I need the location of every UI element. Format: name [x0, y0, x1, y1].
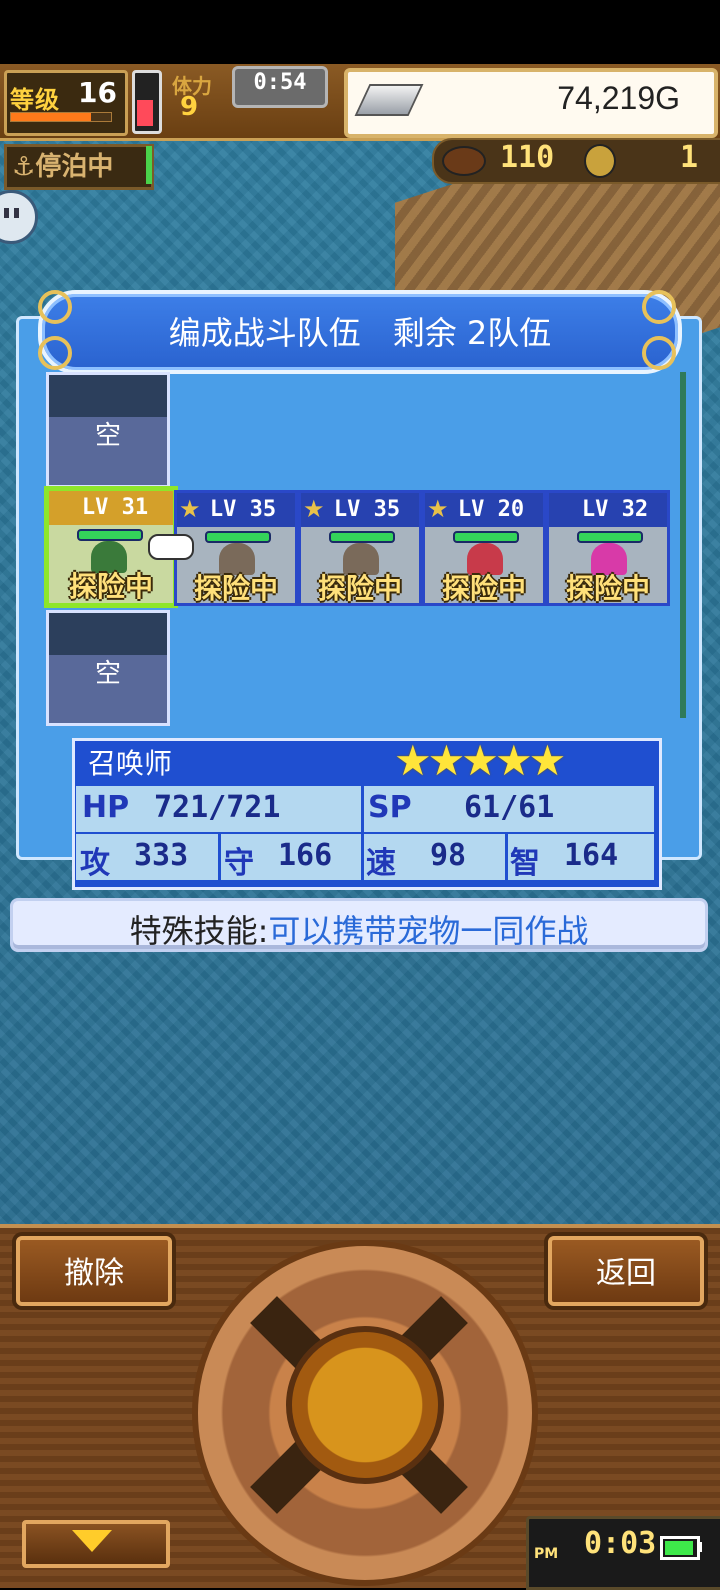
character-level: LV 20	[457, 497, 525, 522]
character-level: LV 31	[81, 495, 149, 520]
stamina-timer: 0:54	[253, 70, 307, 95]
spd-value: 98	[430, 838, 467, 873]
sp-value: 61/61	[464, 790, 555, 825]
stat-divider	[361, 786, 364, 832]
character-level: LV 35	[333, 497, 401, 522]
dock-status-indicator	[146, 146, 152, 184]
back-button-label: 返回	[596, 1256, 656, 1291]
character-status: 探险中	[193, 572, 278, 605]
level-value: 16	[78, 76, 117, 109]
empty-slot-label: 空	[94, 659, 121, 689]
confirm-hub-button[interactable]	[286, 1326, 444, 1484]
clock-period: PM	[534, 1546, 559, 1562]
battery-fill	[665, 1541, 693, 1555]
atk-value: 333	[134, 838, 189, 873]
food-icon	[442, 146, 486, 176]
team-panel-title: 编成战斗队伍 剩余 2队伍	[168, 314, 552, 352]
level-progress-fill	[11, 113, 91, 121]
empty-slot-label: 空	[94, 421, 121, 451]
empty-slot-bottom[interactable]: 空	[46, 610, 170, 726]
character-level: LV 32	[581, 497, 649, 522]
spd-label: 速	[366, 846, 396, 881]
skill-value: 可以携带宠物一同作战	[268, 912, 589, 950]
character-job: 召唤师	[88, 747, 173, 780]
skill-label: 特殊技能:	[129, 912, 269, 950]
empty-slot-top[interactable]: 空	[46, 372, 170, 488]
def-value: 166	[278, 838, 333, 873]
bubble-eye-left	[4, 208, 9, 218]
clock-time: 0:03	[584, 1526, 657, 1561]
atk-label: 攻	[80, 846, 110, 881]
character-status: 探险中	[317, 572, 402, 605]
character-hp-bar	[577, 531, 643, 543]
down-arrow-icon	[72, 1530, 112, 1552]
character-card[interactable]: ★ LV 20 探险中	[422, 490, 546, 606]
remove-button-label: 撤除	[64, 1256, 124, 1291]
character-level: LV 35	[209, 497, 277, 522]
def-label: 守	[224, 846, 254, 881]
int-value: 164	[564, 838, 619, 873]
level-label: 等级	[10, 86, 60, 114]
hp-label: HP	[82, 790, 130, 825]
stat-divider	[218, 834, 221, 880]
int-label: 智	[510, 846, 540, 881]
coin-icon	[584, 144, 616, 178]
character-hp-bar	[329, 531, 395, 543]
character-hp-bar	[205, 531, 271, 543]
character-status: 探险中	[441, 572, 526, 605]
character-status: 探险中	[68, 570, 153, 603]
character-card[interactable]: ★ LV 35 探险中	[298, 490, 422, 606]
character-status: 探险中	[565, 572, 650, 605]
stat-divider	[505, 834, 508, 880]
hp-value: 721/721	[154, 790, 281, 825]
character-hp-bar	[453, 531, 519, 543]
special-skill-text: 特殊技能:可以携带宠物一同作战	[10, 906, 708, 952]
character-hp-bar	[77, 529, 143, 541]
character-card[interactable]: LV 32 探险中	[546, 490, 670, 606]
scrollbar[interactable]	[680, 372, 686, 718]
pointer-hand-icon	[148, 534, 194, 560]
rank-stars: ★★★★★	[394, 736, 566, 785]
stat-divider	[361, 834, 364, 880]
food-value: 110	[500, 140, 555, 175]
top-black-bar	[0, 0, 720, 64]
battery-tip	[698, 1542, 702, 1552]
gold-amount: 74,219G	[557, 80, 680, 116]
dock-status-label: 停泊中	[35, 152, 114, 182]
dock-status-text: ⚓停泊中	[12, 146, 113, 183]
sp-label: SP	[368, 790, 412, 825]
coin-value: 1	[680, 140, 699, 175]
anchor-icon: ⚓	[12, 152, 36, 182]
stamina-value: 9	[180, 92, 199, 122]
energy-fill	[137, 100, 153, 126]
bubble-eye-right	[14, 208, 19, 218]
